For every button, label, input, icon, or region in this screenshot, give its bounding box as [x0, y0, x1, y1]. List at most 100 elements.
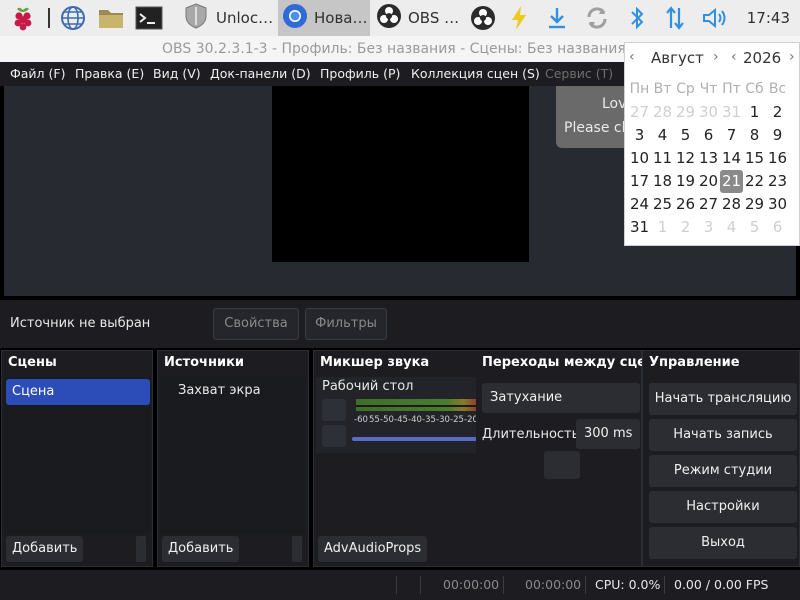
studio-mode-button[interactable]: Режим студии — [649, 455, 797, 487]
status-separator — [420, 576, 421, 594]
next-month-icon[interactable]: › — [713, 49, 719, 65]
calendar-day[interactable]: 3 — [628, 124, 651, 147]
volume-fader[interactable] — [352, 437, 478, 441]
calendar-day[interactable]: 10 — [628, 147, 651, 170]
filters-button[interactable]: Фильтры — [305, 308, 387, 340]
download-icon[interactable] — [542, 3, 572, 33]
duration-input[interactable]: 300 ms — [576, 419, 640, 449]
meter-tick: -50 — [380, 415, 394, 425]
calendar-day[interactable]: 29 — [674, 101, 697, 124]
exit-button[interactable]: Выход — [649, 527, 797, 559]
calendar-day[interactable]: 14 — [720, 147, 743, 170]
web-browser-icon[interactable] — [58, 3, 88, 33]
scene-more-button[interactable] — [136, 536, 146, 562]
calendar-year[interactable]: 2026 — [743, 49, 781, 67]
task-obs[interactable]: OBS … — [372, 0, 466, 36]
calendar-day[interactable]: 26 — [674, 193, 697, 216]
calendar-day[interactable]: 28 — [651, 101, 674, 124]
calendar-day[interactable]: 27 — [628, 101, 651, 124]
calendar-day[interactable]: 16 — [766, 147, 789, 170]
task-unlock[interactable]: Unloc… — [178, 0, 278, 36]
calendar-day[interactable]: 29 — [743, 193, 766, 216]
calendar-day[interactable]: 11 — [651, 147, 674, 170]
obs-tray-icon[interactable] — [468, 3, 498, 33]
raspberry-menu-icon[interactable] — [8, 3, 38, 33]
task-browser[interactable]: Нова… — [278, 0, 370, 36]
calendar-day[interactable]: 15 — [743, 147, 766, 170]
calendar-day[interactable]: 22 — [743, 170, 766, 193]
menu-file[interactable]: Файл (F) — [10, 62, 65, 86]
menu-profile[interactable]: Профиль (P) — [320, 62, 400, 86]
adv-audio-props-button[interactable]: AdvAudioProps — [318, 536, 428, 562]
transition-select[interactable]: Затухание — [482, 383, 640, 413]
source-more-button[interactable] — [292, 536, 302, 562]
volume-icon[interactable] — [700, 3, 730, 33]
clock[interactable]: 17:43 — [747, 0, 790, 36]
calendar-day[interactable]: 4 — [651, 124, 674, 147]
file-manager-icon[interactable] — [96, 3, 126, 33]
calendar-day[interactable]: 6 — [697, 124, 720, 147]
weekday-label: Вс — [768, 81, 787, 97]
calendar-day[interactable]: 5 — [674, 124, 697, 147]
preview-canvas[interactable] — [272, 86, 529, 262]
calendar-day[interactable]: 23 — [766, 170, 789, 193]
calendar-day[interactable]: 25 — [651, 193, 674, 216]
calendar-day[interactable]: 31 — [628, 216, 651, 239]
calendar-day[interactable]: 12 — [674, 147, 697, 170]
transition-properties-button[interactable] — [544, 451, 580, 479]
properties-button[interactable]: Свойства — [213, 308, 299, 340]
calendar-day[interactable]: 7 — [720, 124, 743, 147]
add-scene-button[interactable]: Добавить — [6, 536, 84, 562]
calendar-month[interactable]: Август — [651, 49, 704, 67]
calendar-day[interactable]: 21 — [720, 170, 743, 193]
calendar-day[interactable]: 4 — [720, 216, 743, 239]
calendar-day[interactable]: 28 — [720, 193, 743, 216]
menu-docks[interactable]: Док-панели (D) — [210, 62, 311, 86]
source-item[interactable]: Захват экра — [178, 383, 261, 398]
scenes-dock: Сцены Сцена Добавить — [1, 350, 153, 567]
scenes-list[interactable]: Сцена — [4, 377, 150, 534]
notification-line: Please cl — [564, 120, 626, 136]
mixer-config-button[interactable] — [322, 399, 346, 421]
calendar-day[interactable]: 1 — [651, 216, 674, 239]
terminal-icon[interactable] — [134, 3, 164, 33]
calendar-day[interactable]: 3 — [697, 216, 720, 239]
calendar-day[interactable]: 27 — [697, 193, 720, 216]
calendar-day[interactable]: 30 — [766, 193, 789, 216]
menu-tools[interactable]: Сервис (T) — [545, 62, 613, 86]
menu-edit[interactable]: Правка (E) — [75, 62, 144, 86]
calendar-day[interactable]: 18 — [651, 170, 674, 193]
calendar-day[interactable]: 1 — [743, 101, 766, 124]
network-arrows-icon[interactable] — [660, 3, 690, 33]
dock-footer: Добавить — [4, 534, 150, 564]
calendar-day[interactable]: 24 — [628, 193, 651, 216]
prev-month-icon[interactable]: ‹ — [629, 49, 635, 65]
sync-icon[interactable] — [582, 3, 612, 33]
calendar-day[interactable]: 5 — [743, 216, 766, 239]
menu-scene-collection[interactable]: Коллекция сцен (S) — [411, 62, 540, 86]
settings-button[interactable]: Настройки — [649, 491, 797, 523]
calendar-day[interactable]: 19 — [674, 170, 697, 193]
power-bolt-icon[interactable] — [504, 3, 534, 33]
calendar-day[interactable]: 2 — [766, 101, 789, 124]
calendar-day[interactable]: 13 — [697, 147, 720, 170]
calendar-day[interactable]: 6 — [766, 216, 789, 239]
start-recording-button[interactable]: Начать запись — [649, 419, 797, 451]
sources-list[interactable]: Захват экра — [160, 377, 306, 534]
bluetooth-icon[interactable] — [622, 3, 652, 33]
calendar-day[interactable]: 9 — [766, 124, 789, 147]
menu-view[interactable]: Вид (V) — [153, 62, 201, 86]
start-streaming-button[interactable]: Начать трансляцию — [649, 383, 797, 415]
calendar-day[interactable]: 30 — [697, 101, 720, 124]
calendar-day[interactable]: 8 — [743, 124, 766, 147]
mixer-mute-button[interactable] — [322, 425, 346, 447]
calendar-day[interactable]: 17 — [628, 170, 651, 193]
mixer-body: Рабочий стол -60 55 -50 -45 -40 -35 -30 … — [316, 377, 478, 532]
scene-item[interactable]: Сцена — [6, 379, 150, 405]
add-source-button[interactable]: Добавить — [162, 536, 240, 562]
prev-year-icon[interactable]: ‹ — [731, 49, 737, 65]
next-year-icon[interactable]: › — [789, 49, 795, 65]
calendar-day[interactable]: 2 — [674, 216, 697, 239]
calendar-day[interactable]: 31 — [720, 101, 743, 124]
calendar-day[interactable]: 20 — [697, 170, 720, 193]
